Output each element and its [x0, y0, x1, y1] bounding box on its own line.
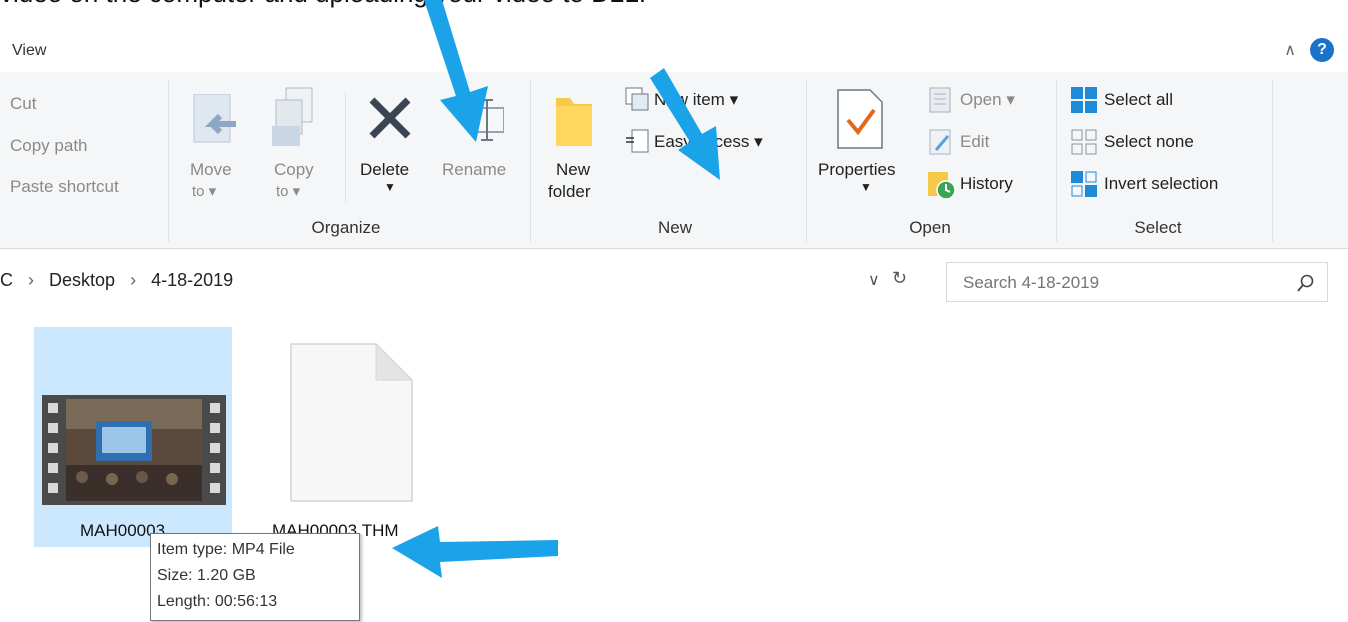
arrow-to-rename-icon	[424, 0, 488, 142]
annotation-arrows	[392, 0, 720, 578]
arrow-to-tooltip-icon	[392, 526, 558, 578]
arrow-to-easy-access-icon	[650, 68, 720, 180]
